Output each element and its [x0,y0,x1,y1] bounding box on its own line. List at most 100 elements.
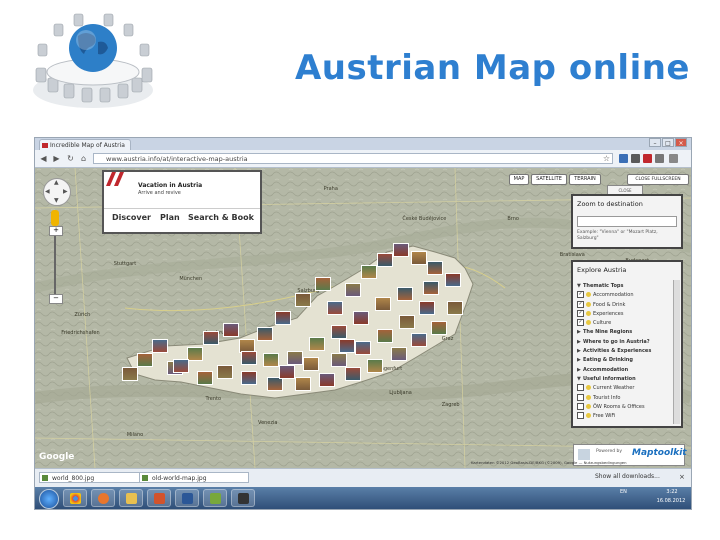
back-icon[interactable]: ◀ [38,153,49,164]
photo-marker[interactable] [295,293,311,307]
maximize-button[interactable]: □ [662,138,674,147]
wrench-icon[interactable] [669,154,678,163]
zoom-slider[interactable]: + − [49,226,63,304]
explore-group[interactable]: ▼ Useful information [577,375,669,384]
photo-marker[interactable] [375,297,391,311]
map-canvas[interactable]: PrahaBrnoČeské BudějoviceNürnbergMünchen… [35,168,691,468]
photo-marker[interactable] [411,333,427,347]
zoom-out-button[interactable]: − [49,294,63,304]
photo-marker[interactable] [447,301,463,315]
language-indicator[interactable]: EN [620,489,627,495]
taskbar-powerpoint-button[interactable] [147,489,171,507]
checkbox[interactable] [577,402,584,410]
nav-discover-link[interactable]: Discover [112,213,151,222]
close-fullscreen-button[interactable]: CLOSE FULLSCREEN [627,174,689,185]
nav-plan-link[interactable]: Plan [160,213,180,222]
photo-marker[interactable] [399,315,415,329]
photo-marker[interactable] [397,287,413,301]
taskbar-explorer-button[interactable] [119,489,143,507]
photo-marker[interactable] [377,329,393,343]
explore-option[interactable]: Free WiFi [577,412,669,421]
photo-marker[interactable] [431,321,447,335]
photo-marker[interactable] [203,331,219,345]
pan-control[interactable]: ▲ ▼ ◀ ▶ [43,178,71,206]
explore-option[interactable]: ✓ Food & Drink [577,300,669,310]
explore-group[interactable]: ▶ The Nine Regions [577,328,669,337]
photo-marker[interactable] [173,359,189,373]
explore-option[interactable]: ✓ Experiences [577,309,669,319]
explore-option[interactable]: ✓ Accommodation [577,291,669,300]
explore-group[interactable]: ▶ Where to go in Austria? [577,338,669,347]
taskbar-image-viewer-button[interactable] [203,489,227,507]
photo-marker[interactable] [287,351,303,365]
close-downloads-icon[interactable]: × [679,473,685,481]
checkbox[interactable] [577,384,584,392]
home-icon[interactable]: ⌂ [78,153,89,164]
photo-marker[interactable] [267,377,283,391]
photo-marker[interactable] [355,341,371,355]
browser-tab[interactable]: Incredible Map of Austria [39,139,131,150]
photo-marker[interactable] [137,353,153,367]
taskbar-firefox-button[interactable] [91,489,115,507]
photo-marker[interactable] [122,367,138,381]
close-window-button[interactable]: × [675,138,687,147]
photo-marker[interactable] [393,243,409,257]
photo-marker[interactable] [331,353,347,367]
map-type-terrain-button[interactable]: TERRAIN [569,174,601,185]
checkbox[interactable] [577,393,584,401]
start-button[interactable] [39,489,59,509]
forward-icon[interactable]: ▶ [51,153,62,164]
clock-time[interactable]: 3:22 [657,489,687,495]
photo-marker[interactable] [423,281,439,295]
photo-marker[interactable] [309,337,325,351]
show-all-downloads-link[interactable]: Show all downloads... [595,473,660,480]
photo-marker[interactable] [339,339,355,353]
map-copyright[interactable]: Kartendaten ©2012 GeoBasis-DE/BKG (©2009… [471,460,627,465]
photo-marker[interactable] [345,283,361,297]
photo-marker[interactable] [411,251,427,265]
photo-marker[interactable] [152,339,168,353]
print-icon[interactable] [655,154,664,163]
taskbar-chrome-button[interactable] [63,489,87,507]
photo-marker[interactable] [361,265,377,279]
photo-marker[interactable] [445,273,461,287]
photo-marker[interactable] [279,365,295,379]
photo-marker[interactable] [319,373,335,387]
explore-group[interactable]: ▼ Thematic Tops [577,282,669,291]
photo-marker[interactable] [223,323,239,337]
bookmark-star-icon[interactable]: ☆ [601,153,612,164]
download-item[interactable]: world_800.jpg [39,472,149,483]
photo-marker[interactable] [419,301,435,315]
extension-icon[interactable] [631,154,640,163]
explore-option[interactable]: Current Weather [577,384,669,393]
photo-marker[interactable] [377,253,393,267]
photo-marker[interactable] [275,311,291,325]
checkbox[interactable]: ✓ [577,319,584,327]
checkbox[interactable]: ✓ [577,309,584,317]
photo-marker[interactable] [295,377,311,391]
street-view-pegman-icon[interactable] [51,210,59,226]
photo-marker[interactable] [345,367,361,381]
zoom-in-button[interactable]: + [49,226,63,236]
photo-marker[interactable] [315,277,331,291]
photo-marker[interactable] [217,365,233,379]
checkbox[interactable]: ✓ [577,291,584,299]
photo-marker[interactable] [257,327,273,341]
reload-icon[interactable]: ↻ [65,153,76,164]
extension-icon[interactable] [619,154,628,163]
explore-option[interactable]: ✓ Culture [577,319,669,328]
explore-group[interactable]: ▶ Eating & Drinking [577,356,669,365]
taskbar-cmd-button[interactable] [231,489,255,507]
destination-input[interactable] [577,216,677,227]
photo-marker[interactable] [331,325,347,339]
photo-marker[interactable] [241,371,257,385]
photo-marker[interactable] [327,301,343,315]
explore-option[interactable]: Tourist Info [577,393,669,403]
photo-marker[interactable] [241,351,257,365]
extension-icon[interactable] [643,154,652,163]
map-type-map-button[interactable]: MAP [509,174,529,185]
explore-group[interactable]: ▶ Accommodation [577,366,669,375]
photo-marker[interactable] [197,371,213,385]
photo-marker[interactable] [303,357,319,371]
checkbox[interactable]: ✓ [577,300,584,308]
